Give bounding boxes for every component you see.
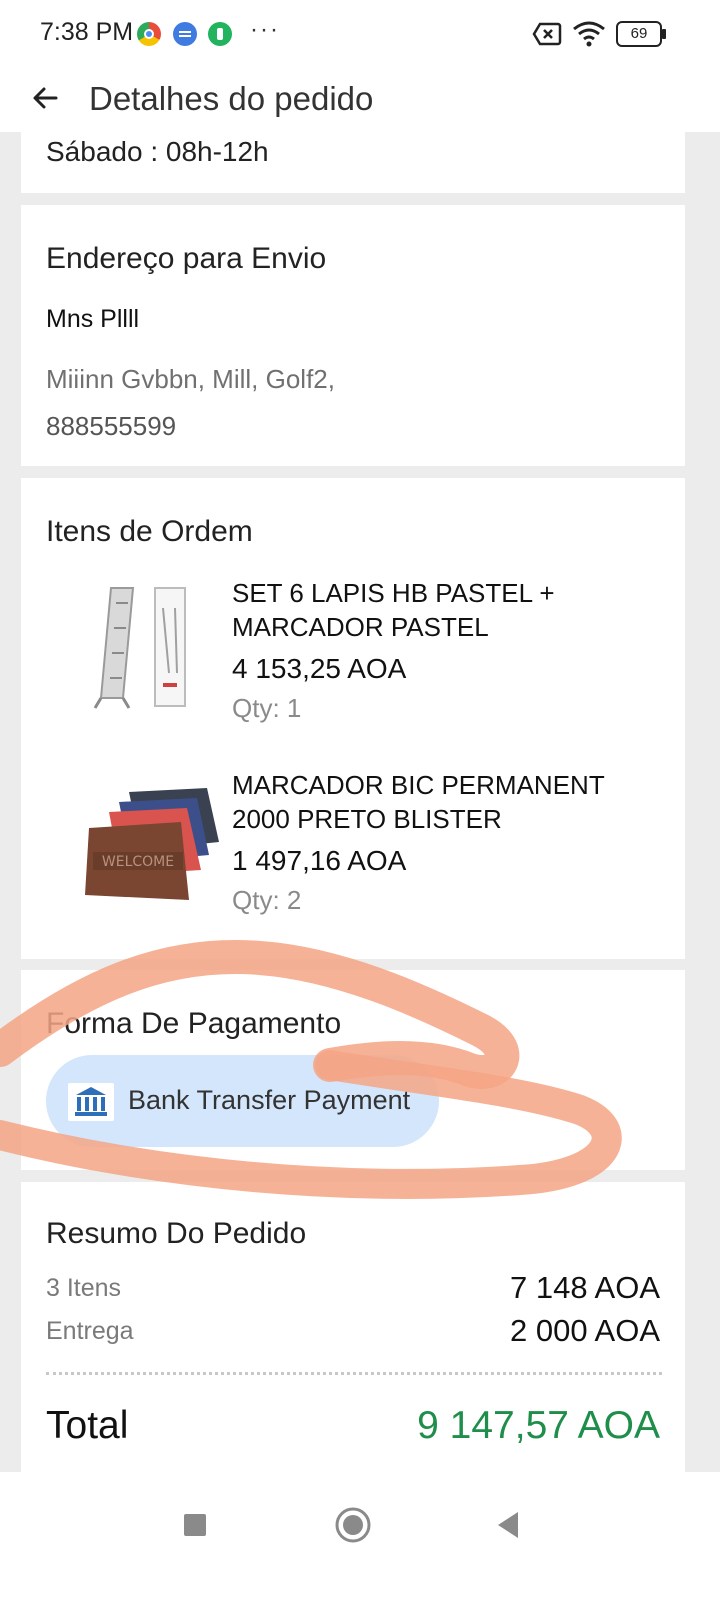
item-price: 1 497,16 AOA: [232, 845, 407, 876]
system-nav-bar: [0, 1472, 720, 1600]
shipping-heading: Endereço para Envio: [46, 242, 327, 275]
item-name: SET 6 LAPIS HB PASTEL + MARCADOR PASTEL: [232, 578, 555, 642]
sim-off-icon: [532, 22, 562, 46]
status-overflow-dots: ···: [250, 16, 280, 43]
doormat-product-image: WELCOME: [69, 770, 219, 920]
recipient-name: Mns Pllll: [46, 305, 140, 333]
bank-icon: [68, 1083, 114, 1121]
item-name: MARCADOR BIC PERMANENT 2000 PRETO BLISTE…: [232, 770, 605, 834]
recents-square-icon[interactable]: [170, 1500, 220, 1550]
app-bar: Detalhes do pedido: [0, 66, 720, 132]
items-heading: Itens de Ordem: [46, 515, 253, 548]
status-bar: 7:38 PM ··· 69: [0, 0, 720, 66]
order-summary-card: Resumo Do Pedido 3 Itens 7 148 AOA Entre…: [21, 1182, 685, 1472]
arrow-left-icon[interactable]: [26, 78, 66, 118]
summary-divider: [46, 1372, 662, 1375]
list-item[interactable]: WELCOME MARCADOR BIC PERMANENT 2000 PRET…: [21, 755, 685, 925]
message-icon: [173, 22, 197, 46]
item-qty: Qty: 2: [232, 885, 302, 915]
shipping-phone: 888555599: [46, 411, 177, 441]
summary-heading: Resumo Do Pedido: [46, 1217, 307, 1250]
status-time: 7:38 PM: [40, 18, 134, 46]
doormat-text: WELCOME: [102, 854, 174, 870]
total-label: Total: [46, 1404, 129, 1447]
wifi-icon: [573, 21, 605, 47]
store-hours-card: Sábado : 08h-12h: [21, 132, 685, 193]
shipping-address-card: Endereço para Envio Mns Pllll Miiinn Gvb…: [21, 205, 685, 466]
total-value: 9 147,57 AOA: [417, 1404, 660, 1447]
page-title: Detalhes do pedido: [89, 80, 374, 117]
laptop-stand-product-image: [71, 573, 221, 723]
summary-delivery-label: Entrega: [46, 1317, 134, 1345]
summary-delivery-value: 2 000 AOA: [510, 1313, 660, 1348]
status-right-group: 69: [532, 20, 666, 48]
back-triangle-icon[interactable]: [484, 1500, 534, 1550]
item-price: 4 153,25 AOA: [232, 653, 407, 684]
payment-method-card: Forma De Pagamento Bank Transfer Payment: [21, 970, 685, 1170]
order-items-card: Itens de Ordem SET 6 LAPIS HB PASTEL + M…: [21, 478, 685, 959]
shield-app-icon: [208, 22, 232, 46]
payment-method-chip[interactable]: Bank Transfer Payment: [46, 1055, 439, 1147]
battery-icon: 69: [616, 21, 666, 47]
item-qty: Qty: 1: [232, 693, 302, 723]
shipping-address-text: Miiinn Gvbbn, Mill, Golf2,: [46, 364, 335, 394]
list-item[interactable]: SET 6 LAPIS HB PASTEL + MARCADOR PASTEL …: [21, 563, 685, 733]
payment-method-label: Bank Transfer Payment: [128, 1085, 411, 1115]
store-hours-text: Sábado : 08h-12h: [46, 136, 269, 167]
chrome-like-icon: [137, 22, 161, 46]
home-circle-icon[interactable]: [328, 1500, 378, 1550]
payment-heading: Forma De Pagamento: [46, 1007, 342, 1040]
summary-items-label: 3 Itens: [46, 1274, 122, 1302]
summary-items-value: 7 148 AOA: [510, 1270, 660, 1305]
